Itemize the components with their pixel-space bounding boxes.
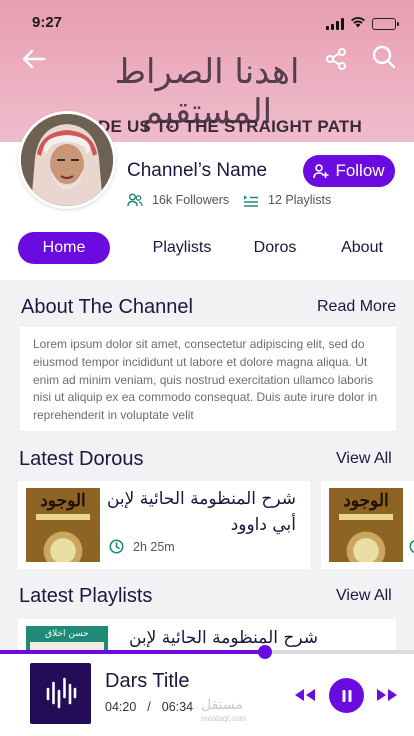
- rewind-button[interactable]: [293, 686, 317, 704]
- dars-title: شرح المنظومة الحائية لإبن أبي داوود: [106, 489, 296, 535]
- playback-time: 04:20 / 06:34: [105, 700, 193, 714]
- clock-icon: [409, 539, 414, 554]
- status-icons: [326, 15, 399, 33]
- tab-about[interactable]: About: [332, 232, 392, 264]
- fast-forward-icon: [377, 689, 397, 701]
- playlists-view-all-link[interactable]: View All: [336, 587, 392, 605]
- add-user-icon: [313, 164, 329, 179]
- progress-fill: [0, 650, 265, 654]
- status-bar: 9:27: [0, 12, 414, 34]
- status-time: 9:27: [32, 14, 63, 31]
- avatar-photo: [21, 114, 113, 206]
- pause-icon: [342, 689, 351, 702]
- channel-avatar[interactable]: [18, 111, 116, 209]
- clock-icon: [109, 539, 124, 554]
- signal-icon: [326, 18, 344, 30]
- dorous-view-all-link[interactable]: View All: [336, 450, 392, 468]
- tab-doros[interactable]: Doros: [244, 232, 306, 264]
- pause-button[interactable]: [329, 678, 364, 713]
- fast-forward-button[interactable]: [375, 686, 399, 704]
- dars-card[interactable]: الوجود: [321, 481, 414, 569]
- now-playing-artwork: [30, 663, 91, 724]
- back-button[interactable]: [20, 45, 48, 73]
- watermark-text: مستقل: [201, 697, 243, 713]
- followers-count: 16k Followers: [127, 193, 229, 207]
- current-time: 04:20: [105, 700, 137, 714]
- time-separator: /: [147, 700, 151, 714]
- latest-dorous-title: Latest Dorous: [19, 448, 144, 470]
- dars-duration: [409, 539, 414, 554]
- playlist-thumb-text: حسن اخلاق: [45, 629, 89, 639]
- watermark-subtext: mostaql.com: [201, 714, 247, 723]
- audio-wave-icon: [46, 677, 77, 709]
- playlists-count: 12 Playlists: [243, 193, 331, 207]
- channel-name: Channel’s Name: [127, 160, 268, 181]
- dars-cover-text: الوجود: [343, 491, 389, 511]
- read-more-link[interactable]: Read More: [317, 298, 396, 316]
- banner-english-verse: DE US TO THE STRAIGHT PATH: [98, 117, 362, 136]
- dars-cover-image: الوجود: [329, 488, 403, 562]
- playlist-icon: [244, 195, 258, 207]
- channel-tabs: Home Playlists Doros About: [0, 232, 414, 266]
- about-section-title: About The Channel: [21, 296, 193, 318]
- dars-duration: 2h 25m: [109, 539, 175, 554]
- rewind-icon: [295, 689, 315, 701]
- playlist-title: شرح المنظومة الحائية لإبن: [128, 628, 318, 648]
- now-playing-title: Dars Title: [105, 670, 190, 692]
- total-time: 06:34: [161, 700, 194, 714]
- followers-icon: [127, 193, 143, 207]
- mini-player: Dars Title 04:20 / 06:34 مستقل mostaql.c…: [0, 645, 414, 736]
- dars-duration-text: 2h 25m: [133, 539, 175, 554]
- dars-cover-image: الوجود: [26, 488, 100, 562]
- about-description: Lorem ipsum dolor sit amet, consectetur …: [20, 327, 396, 431]
- follow-label: Follow: [335, 161, 385, 180]
- tab-home[interactable]: Home: [18, 232, 110, 264]
- playlists-text: 12 Playlists: [268, 193, 332, 207]
- follow-button[interactable]: Follow: [303, 155, 395, 187]
- search-icon: [372, 45, 396, 69]
- back-arrow-icon: [22, 49, 46, 69]
- dars-cover-text: الوجود: [40, 491, 86, 511]
- dars-card[interactable]: الوجود شرح المنظومة الحائية لإبن أبي داو…: [18, 481, 310, 569]
- followers-text: 16k Followers: [152, 193, 230, 207]
- progress-thumb[interactable]: [257, 645, 272, 659]
- search-button[interactable]: [370, 43, 398, 71]
- battery-icon: [372, 18, 399, 30]
- tab-playlists[interactable]: Playlists: [140, 232, 224, 264]
- latest-playlists-title: Latest Playlists: [19, 585, 153, 607]
- wifi-icon: [350, 15, 366, 33]
